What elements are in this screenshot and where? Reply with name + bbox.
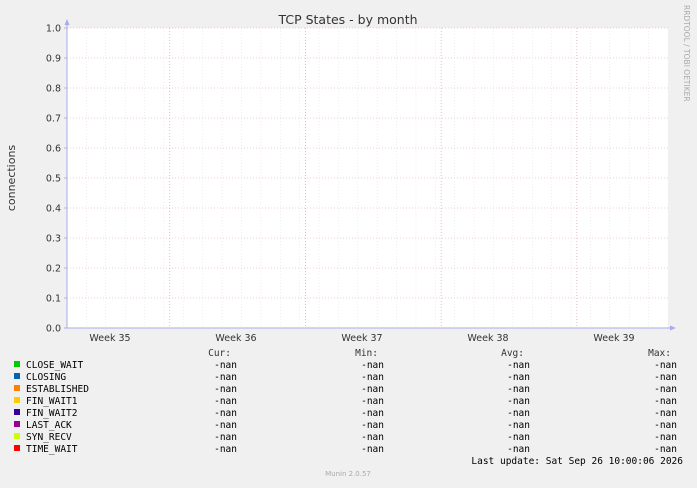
- legend-value-avg: -nan: [507, 372, 530, 383]
- legend-value-max: -nan: [654, 360, 677, 371]
- legend-value-cur: -nan: [214, 372, 237, 383]
- legend-series-name: LAST_ACK: [26, 420, 72, 431]
- legend-value-cur: -nan: [214, 396, 237, 407]
- legend-value-min: -nan: [361, 444, 384, 455]
- legend-headers: Cur: Min: Avg: Max:: [208, 348, 671, 359]
- legend-series-name: SYN_RECV: [26, 432, 72, 443]
- legend-header-avg: Avg:: [501, 348, 524, 359]
- legend-value-min: -nan: [361, 360, 384, 371]
- y-axis-arrow: [64, 19, 70, 25]
- legend-series-name: FIN_WAIT2: [26, 408, 77, 419]
- legend-value-max: -nan: [654, 432, 677, 443]
- y-tick-label: 0.2: [46, 264, 61, 275]
- x-tick-label: Week 37: [341, 333, 382, 344]
- legend-value-cur: -nan: [214, 444, 237, 455]
- y-tick-labels: 0.0 0.1 0.2 0.3 0.4 0.5 0.6 0.7 0.8 0.9 1.0: [46, 24, 61, 335]
- legend-value-max: -nan: [654, 396, 677, 407]
- legend-value-cur: -nan: [214, 420, 237, 431]
- legend-value-avg: -nan: [507, 444, 530, 455]
- legend-value-max: -nan: [654, 444, 677, 455]
- legend-value-max: -nan: [654, 420, 677, 431]
- rrdtool-watermark: RRDTOOL / TOBI OETIKER: [682, 5, 691, 102]
- legend-swatch: [14, 385, 20, 391]
- y-tick-label: 0.0: [46, 324, 61, 335]
- legend-value-cur: -nan: [214, 360, 237, 371]
- y-tick-label: 0.4: [46, 204, 61, 215]
- legend-value-avg: -nan: [507, 420, 530, 431]
- y-tick-label: 0.6: [46, 144, 61, 155]
- legend-series-name: FIN_WAIT1: [26, 396, 78, 407]
- legend: CLOSE_WAIT -nan -nan -nan -nanCLOSING -nan -na…: [14, 360, 677, 455]
- legend-swatch: [14, 409, 20, 415]
- legend-header-max: Max:: [648, 348, 671, 359]
- x-tick-label: Week 38: [467, 333, 508, 344]
- y-tick-label: 0.9: [46, 54, 61, 65]
- legend-swatch: [14, 373, 20, 379]
- y-tick-label: 0.5: [46, 174, 61, 185]
- x-tick-label: Week 36: [215, 333, 256, 344]
- y-tick-label: 0.7: [46, 114, 61, 125]
- legend-value-max: -nan: [654, 408, 677, 419]
- legend-value-min: -nan: [361, 384, 384, 395]
- x-axis-arrow: [670, 325, 676, 331]
- legend-header-min: Min:: [355, 348, 378, 359]
- legend-value-min: -nan: [361, 420, 384, 431]
- chart-title: TCP States - by month: [277, 12, 417, 27]
- legend-value-cur: -nan: [214, 408, 237, 419]
- legend-value-min: -nan: [361, 396, 384, 407]
- munin-graph: TCP States - by month connections RRDTOO…: [0, 0, 697, 484]
- x-tick-label: Week 35: [89, 333, 130, 344]
- legend-value-cur: -nan: [214, 384, 237, 395]
- legend-swatch: [14, 433, 20, 439]
- legend-value-avg: -nan: [507, 396, 530, 407]
- tcp-states-chart: TCP States - by month connections RRDTOO…: [5, 5, 691, 478]
- legend-series-name: CLOSE_WAIT: [26, 360, 83, 371]
- y-tick-label: 0.8: [46, 84, 61, 95]
- legend-header-cur: Cur:: [208, 348, 231, 359]
- y-tick-label: 0.3: [46, 234, 61, 245]
- legend-series-name: TIME_WAIT: [26, 444, 78, 455]
- legend-value-avg: -nan: [507, 432, 530, 443]
- y-axis-label: connections: [5, 145, 18, 212]
- legend-value-min: -nan: [361, 372, 384, 383]
- legend-value-min: -nan: [361, 408, 384, 419]
- legend-swatch: [14, 445, 20, 451]
- legend-value-avg: -nan: [507, 408, 530, 419]
- legend-series-name: ESTABLISHED: [26, 384, 89, 395]
- legend-swatch: [14, 397, 20, 403]
- legend-value-avg: -nan: [507, 384, 530, 395]
- legend-series-name: CLOSING: [26, 372, 66, 383]
- legend-swatch: [14, 361, 20, 367]
- legend-value-min: -nan: [361, 432, 384, 443]
- y-tick-label: 0.1: [46, 294, 61, 305]
- munin-version: Munin 2.0.57: [325, 470, 371, 478]
- legend-value-avg: -nan: [507, 360, 530, 371]
- legend-value-max: -nan: [654, 372, 677, 383]
- legend-value-cur: -nan: [214, 432, 237, 443]
- y-tick-label: 1.0: [46, 24, 61, 35]
- legend-swatch: [14, 421, 20, 427]
- last-update: Last update: Sat Sep 26 10:00:06 2026: [471, 456, 683, 467]
- x-tick-label: Week 39: [593, 333, 634, 344]
- legend-value-max: -nan: [654, 384, 677, 395]
- x-tick-labels: Week 35 Week 36 Week 37 Week 38 Week 39: [89, 333, 634, 344]
